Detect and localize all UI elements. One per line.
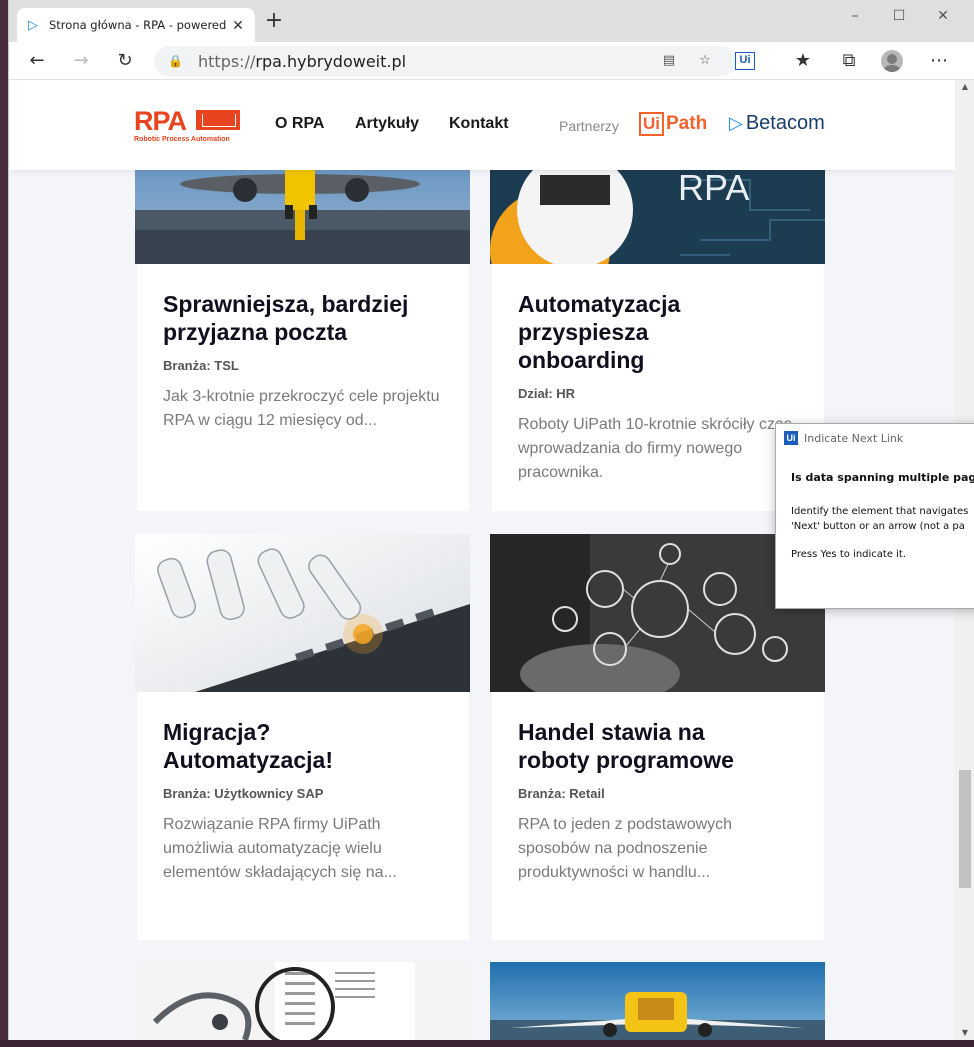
card-meta: Branża: TSL	[163, 358, 239, 373]
article-card-handel[interactable]: Handel stawia na roboty programowe Branż…	[492, 692, 824, 940]
card-meta: Branża: Retail	[518, 786, 605, 801]
partners-label: Partnerzy	[559, 118, 619, 134]
card-title[interactable]: Migracja? Automatyzacja!	[163, 718, 463, 774]
card-excerpt: Jak 3-krotnie przekroczyć cele projektu …	[163, 388, 440, 429]
card-excerpt: Roboty UiPath 10-krotnie skróciły czas w…	[518, 416, 792, 481]
card-image-cargo-plane[interactable]	[490, 962, 825, 1040]
lock-icon[interactable]: 🔒	[168, 54, 184, 68]
add-favorite-icon[interactable]: ☆	[694, 50, 716, 72]
dialog-hint: Press Yes to indicate it.	[791, 549, 907, 560]
card-meta: Branża: Użytkownicy SAP	[163, 786, 324, 801]
minimize-button[interactable]: –	[835, 4, 875, 30]
tab-close-icon[interactable]: ✕	[229, 17, 247, 34]
card-image-airplane[interactable]	[135, 170, 470, 264]
scroll-down-arrow-icon[interactable]: ▼	[955, 1026, 974, 1040]
browser-toolbar: ← → ↻ 🔒 https://rpa.hybrydoweit.pl ▤ ☆ U…	[9, 42, 974, 80]
forward-arrow-icon[interactable]: →	[67, 48, 95, 74]
nav-o-rpa[interactable]: O RPA	[275, 115, 324, 133]
title-bar: ▷ Strona główna - RPA - powered b ✕ + – …	[9, 0, 974, 42]
card-excerpt: Rozwiązanie RPA firmy UiPath umożliwia a…	[163, 816, 397, 881]
site-favicon-icon: ▷	[28, 17, 38, 32]
betacom-partner-logo[interactable]: ▷ Betacom	[729, 112, 825, 135]
taskbar-edge	[0, 1040, 974, 1047]
card-image-robot-hand[interactable]	[135, 534, 470, 692]
url-text[interactable]: https://rpa.hybrydoweit.pl	[198, 52, 406, 71]
browser-tab[interactable]: ▷ Strona główna - RPA - powered b ✕	[17, 8, 255, 42]
more-menu-icon[interactable]: ⋯	[925, 48, 953, 74]
card-meta: Dział: HR	[518, 386, 576, 401]
dialog-heading: Is data spanning multiple pages?	[791, 471, 974, 484]
uipath-icon: Ui	[784, 431, 798, 445]
site-header: RPA Robotic Process Automation O RPA Art…	[9, 80, 955, 170]
nav-kontakt[interactable]: Kontakt	[449, 115, 509, 133]
card-title[interactable]: Automatyzacja przyspiesza onboarding	[518, 290, 818, 374]
uipath-partner-logo[interactable]: Ui Path	[639, 111, 707, 137]
dialog-body: Identify the element that navigates 'Nex…	[791, 506, 969, 532]
card-title[interactable]: Sprawniejsza, bardziej przyjazna poczta	[163, 290, 463, 346]
tab-title: Strona główna - RPA - powered b	[49, 18, 229, 32]
indicate-next-link-dialog: Ui Indicate Next Link Is data spanning m…	[775, 423, 974, 609]
profile-avatar[interactable]	[881, 50, 903, 72]
address-bar[interactable]: 🔒 https://rpa.hybrydoweit.pl ▤ ☆	[154, 46, 736, 76]
reader-mode-icon[interactable]: ▤	[658, 50, 680, 72]
card-image-rpa-laptop[interactable]: RPA	[490, 170, 825, 264]
dialog-titlebar[interactable]: Ui Indicate Next Link	[776, 424, 974, 452]
article-card-poczta[interactable]: Sprawniejsza, bardziej przyjazna poczta …	[137, 264, 469, 511]
betacom-icon: ▷	[729, 113, 743, 134]
logo-subtitle: Robotic Process Automation	[134, 136, 230, 143]
uipath-extension-icon[interactable]: Ui	[735, 52, 755, 70]
card-image-magnifier[interactable]	[135, 962, 470, 1040]
card-image-rpa-text: RPA	[678, 170, 749, 208]
new-tab-button[interactable]: +	[262, 10, 286, 34]
refresh-icon[interactable]: ↻	[111, 48, 139, 74]
scroll-up-arrow-icon[interactable]: ▲	[955, 80, 974, 94]
collections-icon[interactable]: ⧉	[835, 48, 863, 74]
rpa-logo[interactable]: RPA Robotic Process Automation	[134, 108, 244, 144]
article-card-migracja[interactable]: Migracja? Automatyzacja! Branża: Użytkow…	[137, 692, 469, 940]
nav-artykuly[interactable]: Artykuły	[355, 115, 419, 133]
dialog-title: Indicate Next Link	[804, 431, 904, 445]
card-title[interactable]: Handel stawia na roboty programowe	[518, 718, 818, 774]
scroll-thumb[interactable]	[959, 770, 971, 888]
maximize-button[interactable]: ☐	[879, 4, 919, 30]
card-excerpt: RPA to jeden z podstawowych sposobów na …	[518, 816, 733, 881]
favorites-icon[interactable]: ★	[789, 48, 817, 74]
back-arrow-icon[interactable]: ←	[23, 48, 51, 74]
logo-graphic	[196, 110, 240, 130]
close-window-button[interactable]: ✕	[923, 4, 963, 30]
